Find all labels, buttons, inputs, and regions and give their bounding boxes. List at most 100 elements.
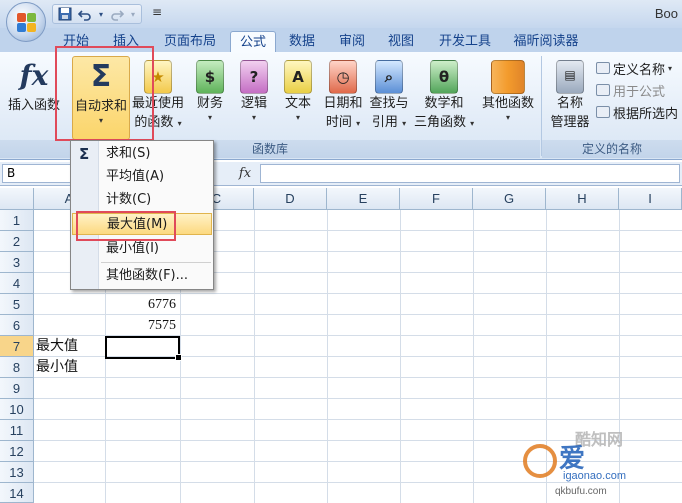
tab-page-layout[interactable]: 页面布局 xyxy=(155,31,225,52)
chevron-down-icon: ▾ xyxy=(295,113,300,122)
active-cell-b7[interactable] xyxy=(105,336,182,361)
row-header-2[interactable]: 2 xyxy=(0,231,34,252)
redo-icon[interactable] xyxy=(109,7,125,21)
name-manager-label-1: 名称 xyxy=(556,96,583,111)
logical-book-icon: ? xyxy=(240,60,268,94)
quick-access-toolbar: ▾ ▾ xyxy=(52,4,142,24)
cell-a7[interactable]: 最大值 xyxy=(34,336,105,357)
tab-data[interactable]: 数据 xyxy=(282,31,322,52)
column-header-h[interactable]: H xyxy=(546,188,619,210)
name-manager-button[interactable]: ▤ 名称 管理器 xyxy=(544,56,596,140)
grid-icon xyxy=(596,106,610,118)
window-title: Boo xyxy=(654,6,678,21)
chevron-down-icon: ▾ xyxy=(207,113,212,122)
column-header-d[interactable]: D xyxy=(254,188,327,210)
column-header-f[interactable]: F xyxy=(400,188,473,210)
use-in-formula-button[interactable]: 用于公式 xyxy=(596,80,665,100)
autosum-highlight-box xyxy=(55,46,154,141)
tab-foxit-reader[interactable]: 福昕阅读器 xyxy=(505,31,587,52)
theta-book-icon: θ xyxy=(430,60,458,94)
watermark-url: igaonao.com xyxy=(563,470,626,482)
menu-item-average[interactable]: 平均值(A) xyxy=(72,166,212,188)
books-icon xyxy=(491,60,525,94)
row-header-13[interactable]: 13 xyxy=(0,462,34,483)
magnifier-book-icon: ⌕ xyxy=(375,60,403,94)
select-all-corner[interactable] xyxy=(0,188,34,210)
cell-b6[interactable]: 7575 xyxy=(105,315,180,336)
watermark-logo xyxy=(523,444,557,478)
formula-icon xyxy=(596,84,610,96)
row-header-9[interactable]: 9 xyxy=(0,378,34,399)
more-functions-label: 其他函数 xyxy=(481,96,534,111)
formula-input[interactable] xyxy=(260,164,680,183)
math-label-1: 数学和 xyxy=(424,96,464,111)
chevron-down-icon: ▾ xyxy=(505,113,510,122)
math-trig-button[interactable]: θ 数学和 三角函数 ▾ xyxy=(414,56,474,140)
chevron-down-icon[interactable]: ▾ xyxy=(97,7,105,21)
logical-button[interactable]: ? 逻辑 ▾ xyxy=(234,56,274,140)
row-header-7[interactable]: 7 xyxy=(0,336,34,357)
office-logo-icon xyxy=(17,13,37,33)
row-header-11[interactable]: 11 xyxy=(0,420,34,441)
use-in-formula-label: 用于公式 xyxy=(613,84,666,100)
save-icon[interactable] xyxy=(57,7,73,21)
row-header-3[interactable]: 3 xyxy=(0,252,34,273)
gridline xyxy=(34,377,682,378)
text-book-icon: A xyxy=(284,60,312,94)
lookup-label-1: 查找与 xyxy=(369,96,409,111)
define-name-button[interactable]: 定义名称 ▾ xyxy=(596,58,672,78)
more-functions-button[interactable]: 其他函数 ▾ xyxy=(476,56,540,140)
row-header-1[interactable]: 1 xyxy=(0,210,34,231)
calendar-book-icon: ◷ xyxy=(329,60,357,94)
date-time-label-1: 日期和 xyxy=(323,96,363,111)
row-header-12[interactable]: 12 xyxy=(0,441,34,462)
lookup-label-2: 引用 ▾ xyxy=(371,115,407,130)
column-header-g[interactable]: G xyxy=(473,188,546,210)
logical-label: 逻辑 xyxy=(240,96,267,111)
menu-item-min[interactable]: 最小值(I) xyxy=(72,238,212,260)
max-highlight-box xyxy=(76,211,176,241)
menu-item-more-functions[interactable]: 其他函数(F)... xyxy=(72,265,212,287)
insert-function-icon[interactable]: fx xyxy=(232,164,258,183)
row-header-6[interactable]: 6 xyxy=(0,315,34,336)
menu-item-sum[interactable]: 求和(S) xyxy=(72,143,212,165)
row-header-14[interactable]: 14 xyxy=(0,483,34,503)
gridline xyxy=(34,398,682,399)
row-header-10[interactable]: 10 xyxy=(0,399,34,420)
gridline xyxy=(34,419,682,420)
chevron-down-icon[interactable]: ▾ xyxy=(129,7,137,21)
financial-label: 财务 xyxy=(196,96,223,111)
menu-item-count[interactable]: 计数(C) xyxy=(72,189,212,211)
tab-developer[interactable]: 开发工具 xyxy=(432,31,498,52)
office-button[interactable] xyxy=(6,2,46,42)
tab-view[interactable]: 视图 xyxy=(381,31,421,52)
watermark-url-2: qkbufu.com xyxy=(555,486,607,497)
name-manager-icon: ▤ xyxy=(556,60,584,94)
financial-button[interactable]: $ 财务 ▾ xyxy=(190,56,230,140)
create-from-selection-button[interactable]: 根据所选内 xyxy=(596,102,678,122)
customize-toolbar-icon[interactable]: ≡ xyxy=(152,5,162,19)
lookup-reference-button[interactable]: ⌕ 查找与 引用 ▾ xyxy=(366,56,412,140)
menu-separator xyxy=(101,262,211,263)
row-header-4[interactable]: 4 xyxy=(0,273,34,294)
chevron-down-icon: ▾ xyxy=(356,119,361,128)
tab-review[interactable]: 审阅 xyxy=(332,31,372,52)
cell-a8[interactable]: 最小值 xyxy=(34,357,105,378)
defined-names-group-label: 定义的名称 xyxy=(542,140,682,158)
chevron-down-icon: ▾ xyxy=(402,119,407,128)
column-header-e[interactable]: E xyxy=(327,188,400,210)
tab-formulas[interactable]: 公式 xyxy=(230,31,276,52)
row-header-8[interactable]: 8 xyxy=(0,357,34,378)
name-manager-label-2: 管理器 xyxy=(550,115,590,130)
chevron-down-icon: ▾ xyxy=(251,113,256,122)
chevron-down-icon: ▾ xyxy=(470,119,475,128)
row-header-5[interactable]: 5 xyxy=(0,294,34,315)
math-label-2: 三角函数 ▾ xyxy=(414,115,475,130)
tag-icon xyxy=(596,62,610,74)
undo-icon[interactable] xyxy=(77,7,93,21)
text-functions-button[interactable]: A 文本 ▾ xyxy=(278,56,318,140)
date-time-button[interactable]: ◷ 日期和 时间 ▾ xyxy=(320,56,366,140)
financial-book-icon: $ xyxy=(196,60,224,94)
column-header-i[interactable]: I xyxy=(619,188,682,210)
cell-b5[interactable]: 6776 xyxy=(105,294,180,315)
